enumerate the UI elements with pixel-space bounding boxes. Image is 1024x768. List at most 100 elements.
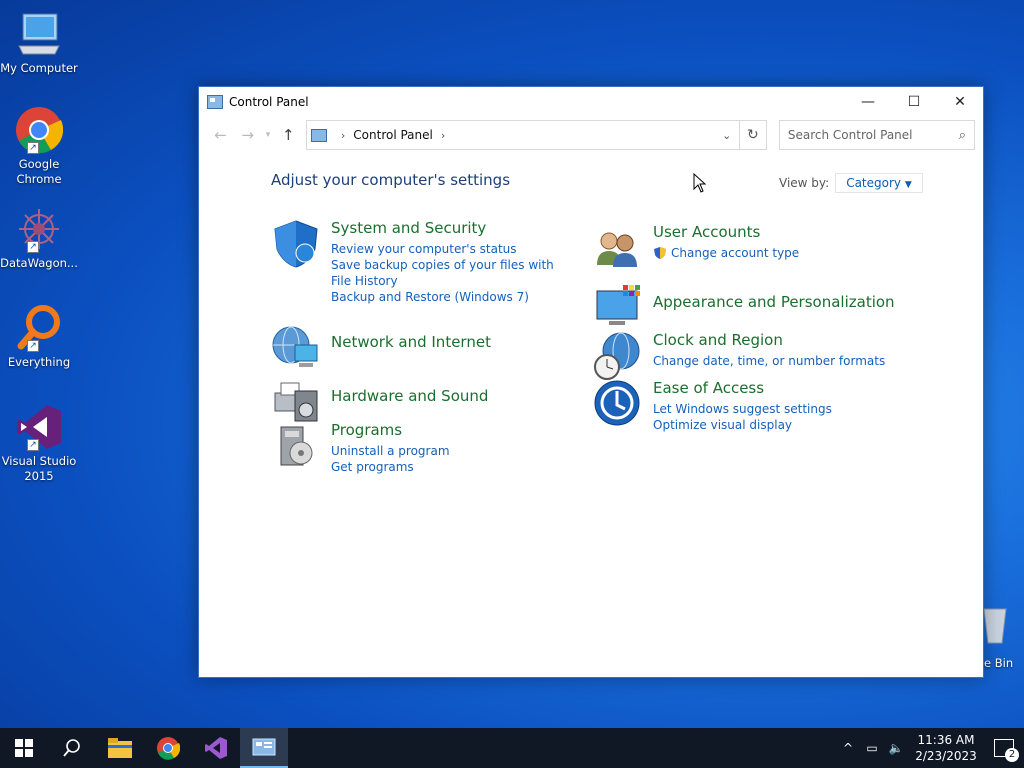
- desktop-icon-label: DataWagon...: [0, 256, 78, 270]
- desktop-icon-label: My Computer: [0, 61, 78, 75]
- shortcut-arrow-icon: ↗: [27, 241, 39, 253]
- uac-shield-icon: [654, 247, 666, 259]
- category-title[interactable]: Hardware and Sound: [331, 387, 488, 423]
- forward-button[interactable]: →: [234, 126, 261, 144]
- link-windows-suggest-settings[interactable]: Let Windows suggest settings: [653, 401, 832, 417]
- folder-icon: [108, 738, 132, 758]
- control-panel-icon: [252, 738, 276, 756]
- clock-date: 2/23/2023: [915, 749, 977, 763]
- desktop-icon-label: e Bin: [984, 656, 1014, 670]
- category-appearance: Appearance and Personalization: [593, 283, 895, 333]
- link-change-account-type[interactable]: Change account type: [653, 245, 799, 261]
- mouse-cursor-icon: [693, 173, 707, 193]
- link-uninstall-program[interactable]: Uninstall a program: [331, 443, 450, 459]
- shortcut-arrow-icon: ↗: [27, 142, 39, 154]
- taskbar-control-panel[interactable]: [240, 728, 288, 768]
- start-button[interactable]: [0, 728, 48, 768]
- chevron-down-icon[interactable]: ⌄: [715, 129, 739, 142]
- taskbar-visual-studio[interactable]: [192, 728, 240, 768]
- address-field[interactable]: › Control Panel › ⌄: [305, 120, 740, 150]
- link-backup-restore[interactable]: Backup and Restore (Windows 7): [331, 289, 561, 305]
- category-title[interactable]: System and Security: [331, 219, 561, 237]
- close-button[interactable]: ✕: [937, 87, 983, 117]
- shield-icon: [271, 219, 321, 269]
- breadcrumb-control-panel[interactable]: Control Panel: [353, 128, 433, 142]
- category-user-accounts: User Accounts Change account type: [593, 223, 799, 273]
- search-icon: [63, 739, 80, 757]
- desktop-icon-everything[interactable]: ↗ Everything: [0, 304, 78, 370]
- network-icon[interactable]: ▭: [860, 741, 884, 755]
- recent-locations-button[interactable]: ▾: [261, 130, 275, 140]
- address-bar-row: ← → ▾ ↑ › Control Panel › ⌄ ↻ Search Con…: [199, 117, 983, 153]
- category-title[interactable]: User Accounts: [653, 223, 799, 241]
- taskbar-chrome[interactable]: [144, 728, 192, 768]
- shortcut-arrow-icon: ↗: [27, 340, 39, 352]
- main-content: Adjust your computer's settings View by:…: [199, 153, 983, 673]
- system-tray: ^ ▭ 🔈 11:36 AM 2/23/2023 2: [836, 728, 1024, 768]
- computer-icon: [15, 10, 63, 58]
- view-by-label: View by:: [779, 176, 830, 190]
- notification-icon: 2: [994, 739, 1019, 762]
- maximize-button[interactable]: ☐: [891, 87, 937, 117]
- recycle-bin-icon: [983, 608, 1007, 644]
- category-title[interactable]: Programs: [331, 421, 450, 439]
- page-title: Adjust your computer's settings: [271, 171, 511, 189]
- ease-of-access-icon: [593, 379, 643, 429]
- category-title[interactable]: Clock and Region: [653, 331, 885, 349]
- category-hardware-sound: Hardware and Sound: [271, 377, 488, 427]
- control-panel-icon: [310, 128, 327, 142]
- windows-logo-icon: [15, 739, 33, 757]
- link-review-status[interactable]: Review your computer's status: [331, 241, 561, 257]
- category-title[interactable]: Ease of Access: [653, 379, 832, 397]
- chevron-right-icon[interactable]: ›: [441, 129, 445, 142]
- view-by-dropdown[interactable]: Category ▼: [835, 173, 923, 193]
- desktop-icon-google-chrome[interactable]: ↗ Google Chrome: [0, 106, 78, 187]
- control-panel-icon: [207, 95, 223, 109]
- everything-search-icon: ↗: [15, 304, 63, 352]
- category-clock-region: Clock and Region Change date, time, or n…: [593, 331, 885, 381]
- search-icon[interactable]: ⌕: [959, 128, 966, 143]
- link-change-date-time[interactable]: Change date, time, or number formats: [653, 353, 885, 369]
- taskbar-file-explorer[interactable]: [96, 728, 144, 768]
- action-center-button[interactable]: 2: [984, 739, 1024, 762]
- minimize-button[interactable]: —: [845, 87, 891, 117]
- show-hidden-icons-button[interactable]: ^: [836, 741, 860, 755]
- title-bar[interactable]: Control Panel — ☐ ✕: [199, 87, 983, 117]
- view-by: View by: Category ▼: [779, 173, 923, 193]
- desktop-icon-visual-studio[interactable]: ↗ Visual Studio 2015: [0, 403, 78, 484]
- caret-down-icon: ▼: [904, 180, 912, 190]
- programs-icon: [271, 421, 321, 471]
- search-input[interactable]: Search Control Panel ⌕: [778, 120, 976, 150]
- shortcut-arrow-icon: ↗: [27, 439, 39, 451]
- link-file-history[interactable]: Save backup copies of your files with Fi…: [331, 257, 561, 289]
- desktop-icon-my-computer[interactable]: My Computer: [0, 10, 78, 76]
- desktop-icon-datawagon[interactable]: ↗ DataWagon...: [0, 205, 78, 271]
- visual-studio-icon: [205, 737, 227, 759]
- datawagon-icon: ↗: [15, 205, 63, 253]
- category-title[interactable]: Network and Internet: [331, 333, 491, 369]
- desktop-icon-label: Visual Studio 2015: [1, 454, 77, 483]
- link-optimize-visual-display[interactable]: Optimize visual display: [653, 417, 832, 433]
- up-button[interactable]: ↑: [275, 126, 302, 144]
- refresh-button[interactable]: ↻: [739, 120, 767, 150]
- volume-icon[interactable]: 🔈: [884, 741, 908, 755]
- chevron-right-icon: ›: [340, 128, 346, 142]
- search-button[interactable]: [48, 728, 96, 768]
- clock[interactable]: 11:36 AM 2/23/2023: [908, 732, 984, 764]
- clock-globe-icon: [593, 331, 643, 381]
- category-title[interactable]: Appearance and Personalization: [653, 293, 895, 329]
- category-programs: Programs Uninstall a program Get program…: [271, 421, 450, 475]
- taskbar: ^ ▭ 🔈 11:36 AM 2/23/2023 2: [0, 728, 1024, 768]
- users-icon: [593, 223, 643, 273]
- category-system-security: System and Security Review your computer…: [271, 219, 561, 305]
- visual-studio-icon: ↗: [15, 403, 63, 451]
- desktop-icon-label: Everything: [7, 355, 71, 369]
- search-placeholder: Search Control Panel: [787, 128, 913, 142]
- chrome-icon: ↗: [15, 106, 64, 154]
- clock-time: 11:36 AM: [917, 733, 975, 747]
- notification-count-badge: 2: [1005, 748, 1019, 762]
- back-button[interactable]: ←: [207, 126, 234, 144]
- link-get-programs[interactable]: Get programs: [331, 459, 450, 475]
- network-globe-icon: [271, 323, 321, 373]
- desktop-icon-label: Google Chrome: [16, 157, 62, 186]
